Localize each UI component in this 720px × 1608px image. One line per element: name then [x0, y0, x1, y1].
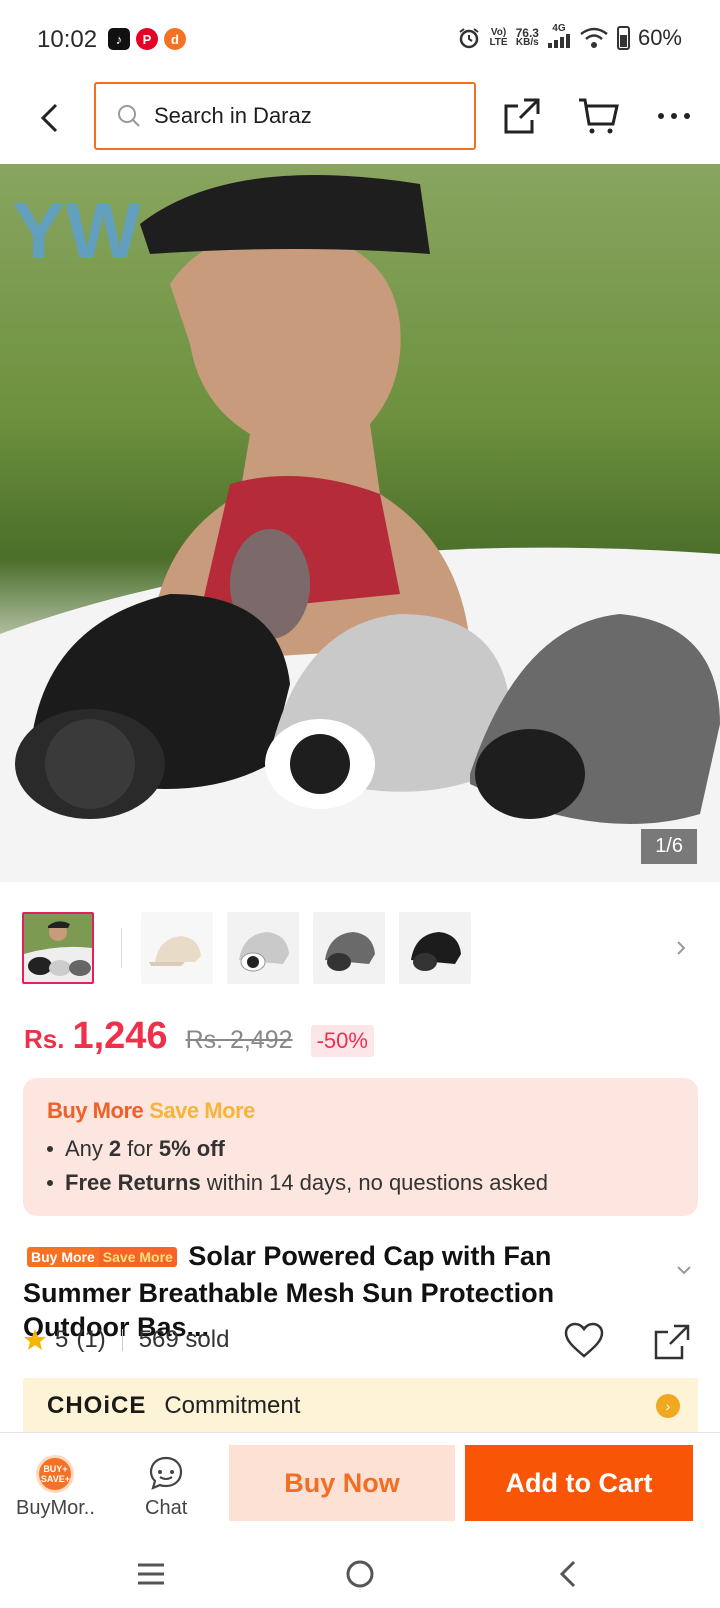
product-image-carousel[interactable]: YW 1/6: [0, 164, 720, 882]
net-speed: 76.3 KB/s: [515, 25, 539, 48]
more-icon: [658, 113, 690, 119]
back-button[interactable]: [30, 98, 70, 138]
heart-icon: [564, 1322, 604, 1358]
sold-count: 569 sold: [138, 1326, 230, 1353]
search-input[interactable]: Search in Daraz: [94, 82, 476, 150]
cart-icon: [579, 98, 619, 134]
buy-now-button[interactable]: Buy Now: [229, 1445, 455, 1521]
buy-more-icon: BUY+ SAVE+: [36, 1455, 75, 1493]
status-indicators: Vo) LTE 76.3 KB/s 4G 60%: [457, 24, 682, 51]
chevron-right-icon: [677, 941, 686, 955]
more-button[interactable]: [652, 94, 696, 138]
rating-divider: [121, 1329, 123, 1351]
thumbnail-strip: [0, 902, 720, 984]
rating-row-actions: [564, 1322, 692, 1367]
star-icon: [24, 1329, 46, 1350]
thumbnails-next-button[interactable]: [676, 940, 686, 961]
add-to-cart-button[interactable]: Add to Cart: [465, 1445, 693, 1521]
share-icon: [654, 1324, 690, 1360]
status-time: 10:02: [37, 26, 98, 53]
buy-more-label: BuyMor..: [16, 1497, 95, 1519]
alarm-icon: [459, 27, 480, 48]
chat-tab[interactable]: Chat: [145, 1455, 187, 1520]
recent-apps-button[interactable]: [131, 1554, 171, 1594]
buy-more-tab[interactable]: BUY+ SAVE+ BuyMor..: [16, 1455, 95, 1520]
chevron-right-icon: ›: [656, 1394, 680, 1418]
hero-watermark: YW: [12, 186, 141, 275]
bottom-action-bar: BUY+ SAVE+ BuyMor.. Chat Buy Now Add to …: [0, 1432, 720, 1534]
wifi-icon: [580, 27, 608, 48]
battery-icon: [616, 25, 630, 50]
thumbnail-2[interactable]: [141, 912, 213, 984]
status-bar: 10:02 ♪ P d Vo) LTE 76.3 KB/s 4G 60%: [0, 0, 720, 80]
wishlist-button[interactable]: [564, 1322, 604, 1367]
promo-line-2: Free Returns within 14 days, no questions…: [47, 1170, 674, 1196]
system-nav-bar: [0, 1534, 720, 1608]
image-counter: 1/6: [641, 829, 697, 864]
price-current: 1,246: [72, 1015, 168, 1057]
rating-row[interactable]: 5 (1) 569 sold: [23, 1326, 229, 1354]
volte-indicator: Vo) LTE: [489, 26, 508, 48]
discount-badge: -50%: [310, 1025, 374, 1057]
chat-icon: [150, 1456, 183, 1490]
promo-line-1: Any 2 for 5% off: [47, 1136, 674, 1162]
search-icon: [118, 105, 140, 127]
thumbnail-3[interactable]: [227, 912, 299, 984]
rating-score: 5: [55, 1326, 69, 1353]
back-icon: [559, 1560, 576, 1588]
thumbnail-1[interactable]: [22, 912, 94, 984]
signal-icon: 4G: [547, 24, 571, 51]
buy-more-badge: Buy More Save More: [23, 1238, 181, 1276]
thumbnail-divider: [121, 928, 122, 968]
price-original: Rs. 2,492: [185, 1026, 293, 1054]
share-button[interactable]: [500, 94, 544, 138]
chat-label: Chat: [145, 1497, 188, 1519]
share-icon: [504, 98, 540, 134]
top-header: Search in Daraz: [0, 80, 720, 164]
choice-text: Commitment: [164, 1392, 301, 1419]
cart-button[interactable]: [576, 94, 620, 138]
chevron-left-icon: [40, 103, 58, 133]
home-circle-icon: [346, 1560, 374, 1588]
pinterest-icon: P: [136, 28, 158, 50]
price-currency: Rs.: [24, 1024, 65, 1054]
choice-logo: CHOiCE: [47, 1392, 147, 1419]
choice-commitment-banner[interactable]: CHOiCE Commitment ›: [23, 1378, 698, 1434]
battery-percent: 60%: [637, 24, 682, 50]
price-row: Rs. 1,246 Rs. 2,492 -50%: [24, 1015, 374, 1058]
thumbnail-4[interactable]: [313, 912, 385, 984]
tiktok-icon: ♪: [108, 28, 130, 50]
system-back-button[interactable]: [548, 1554, 588, 1594]
thumbnail-5[interactable]: [399, 912, 471, 984]
share-product-button[interactable]: [652, 1322, 692, 1367]
daraz-icon: d: [164, 28, 186, 50]
promo-box[interactable]: Buy More Save More Any 2 for 5% off Free Ret…: [23, 1078, 698, 1216]
promo-title: Buy More Save More: [47, 1098, 255, 1123]
rating-count: (1): [76, 1326, 106, 1353]
chevron-down-icon: [677, 1266, 691, 1275]
home-button[interactable]: [340, 1554, 380, 1594]
status-notification-icons: ♪ P d: [108, 28, 186, 50]
product-photo: YW: [0, 164, 720, 882]
menu-icon: [138, 1563, 164, 1585]
expand-title-button[interactable]: [676, 1262, 692, 1280]
search-placeholder: Search in Daraz: [154, 103, 312, 128]
